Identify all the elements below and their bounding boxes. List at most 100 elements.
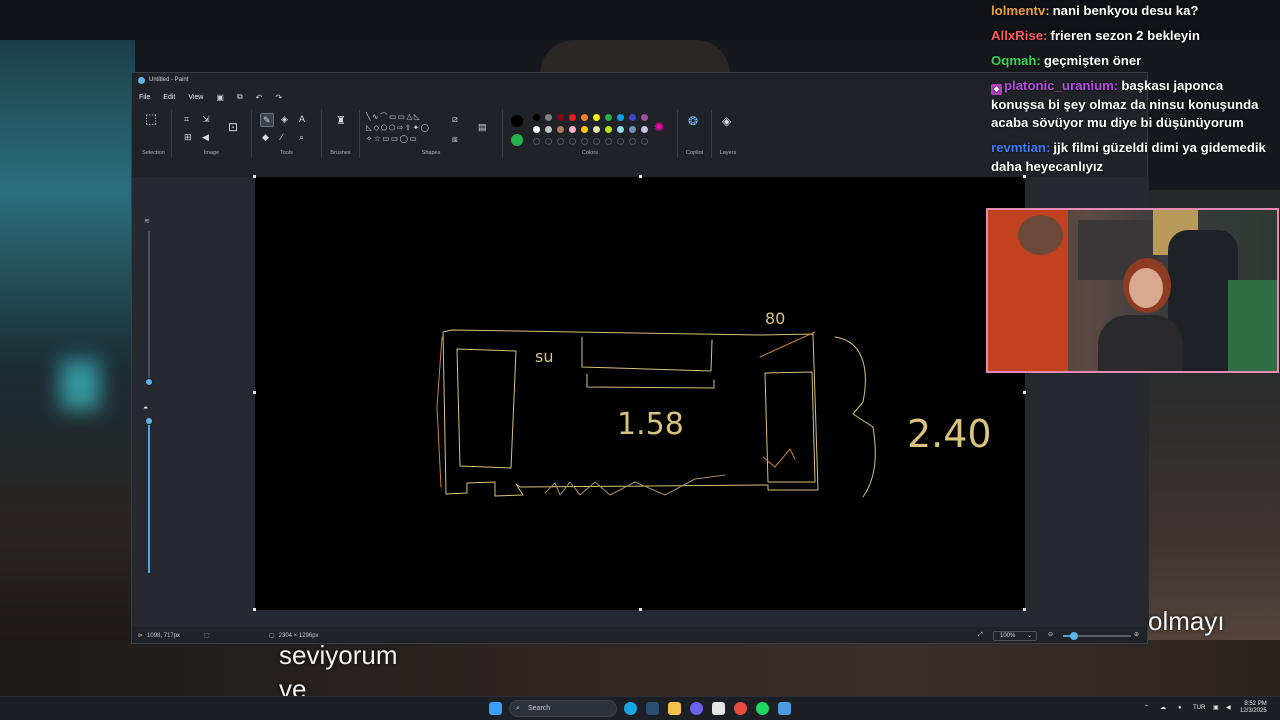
custom-color-slot[interactable] <box>581 138 588 145</box>
rotate-icon[interactable]: ◀ <box>202 132 209 142</box>
palette-color[interactable] <box>581 126 588 133</box>
brush-icon[interactable]: ♜ <box>336 116 346 127</box>
drawing-canvas[interactable]: su 1.58 2.40 80 <box>255 177 1025 610</box>
palette-color[interactable] <box>617 126 624 133</box>
edit-colors-icon[interactable]: ✺ <box>654 121 664 133</box>
crop-icon[interactable]: ⌗ <box>184 114 189 124</box>
palette-color[interactable] <box>593 126 600 133</box>
windows-start-icon[interactable] <box>489 702 502 715</box>
custom-color-slot[interactable] <box>557 138 564 145</box>
clock[interactable]: 8:52 PM 12/3/2025 <box>1240 701 1267 715</box>
microphone-icon[interactable]: ● <box>1178 705 1182 712</box>
custom-color-slot[interactable] <box>641 138 648 145</box>
color-picker-icon[interactable]: ⁄ <box>281 132 283 142</box>
redo-icon[interactable]: ↷ <box>275 93 282 102</box>
palette-color[interactable] <box>629 114 636 121</box>
palette-color[interactable] <box>557 126 564 133</box>
resize-handle[interactable] <box>253 175 256 178</box>
network-icon[interactable]: ▣ <box>1213 705 1219 712</box>
obs-icon[interactable] <box>712 702 725 715</box>
palette-color[interactable] <box>557 114 564 121</box>
layers-icon[interactable]: ◈ <box>722 115 731 127</box>
canvas-size-icon: ▢ <box>269 633 275 639</box>
language-indicator[interactable]: TUR <box>1193 705 1205 712</box>
remove-background-icon[interactable]: ⊡ <box>228 121 238 133</box>
palette-color[interactable] <box>605 114 612 121</box>
copilot-icon[interactable]: ❂ <box>688 115 698 127</box>
palette-color[interactable] <box>617 114 624 121</box>
secondary-color[interactable] <box>511 134 523 146</box>
opacity-slider-track[interactable] <box>148 417 150 573</box>
zoom-select[interactable]: 100% ⌄ <box>993 631 1037 641</box>
custom-color-slot[interactable] <box>605 138 612 145</box>
resize-handle[interactable] <box>253 608 256 611</box>
spotify-icon[interactable] <box>756 702 769 715</box>
chrome-icon[interactable] <box>734 702 747 715</box>
resize-icon[interactable]: ⇲ <box>202 114 210 124</box>
palette-color[interactable] <box>569 114 576 121</box>
zoom-slider-knob[interactable] <box>1070 632 1078 640</box>
palette-color[interactable] <box>545 126 552 133</box>
opacity-slider-knob[interactable] <box>145 417 153 425</box>
menu-edit[interactable]: Edit <box>163 94 175 101</box>
volume-icon[interactable]: ◀ <box>1226 705 1231 712</box>
palette-color[interactable] <box>641 114 648 121</box>
palette-color[interactable] <box>545 114 552 121</box>
text-icon[interactable]: A <box>299 114 305 124</box>
edge-icon[interactable] <box>624 702 637 715</box>
resize-handle[interactable] <box>639 175 642 178</box>
zoom-out-icon[interactable]: ⊖ <box>1048 631 1053 638</box>
taskbar-search[interactable]: ⌕ Search <box>509 700 617 717</box>
stream-background-left <box>0 40 135 640</box>
zoom-in-icon[interactable]: ⊕ <box>1134 631 1139 638</box>
resize-handle[interactable] <box>253 391 256 394</box>
shapes-gallery[interactable]: ╲∿⌒▭▭△◺ ◺◇⬠⬡⇨⇧✦◯ ✧☆▭▭◯▭ <box>366 111 448 144</box>
palette-color[interactable] <box>533 126 540 133</box>
custom-color-slot[interactable] <box>593 138 600 145</box>
palette-color[interactable] <box>605 126 612 133</box>
resize-handle[interactable] <box>1023 608 1026 611</box>
fit-to-window-icon[interactable]: ⤢ <box>978 632 983 639</box>
palette-color[interactable] <box>593 114 600 121</box>
save-icon[interactable]: ▣ <box>216 93 224 102</box>
fill-icon[interactable]: ◈ <box>281 114 288 124</box>
share-icon[interactable]: ⧉ <box>237 92 243 102</box>
paint-taskbar-icon[interactable] <box>778 702 791 715</box>
image-edit-icon[interactable]: ⊞ <box>184 132 192 142</box>
counter-bottom <box>586 373 715 389</box>
palette-color[interactable] <box>533 114 540 121</box>
resize-handle[interactable] <box>639 608 642 611</box>
eraser-icon[interactable]: ◆ <box>262 132 269 142</box>
shape-fill-icon[interactable]: ⧈ <box>452 134 458 144</box>
file-explorer-icon[interactable] <box>668 702 681 715</box>
custom-color-slot[interactable] <box>569 138 576 145</box>
palette-color[interactable] <box>641 126 648 133</box>
shapes-group: ╲∿⌒▭▭△◺ ◺◇⬠⬡⇨⇧✦◯ ✧☆▭▭◯▭ ⧄ ⧈ ▤ Shapes <box>360 110 503 158</box>
size-slider-track[interactable] <box>148 231 150 381</box>
custom-color-slot[interactable] <box>533 138 540 145</box>
custom-color-slot[interactable] <box>545 138 552 145</box>
pencil-icon[interactable]: ✎ <box>260 113 274 127</box>
custom-color-slot[interactable] <box>629 138 636 145</box>
steam-icon[interactable] <box>646 702 659 715</box>
select-rectangle-icon[interactable]: ⬚ <box>145 112 157 125</box>
chevron-up-icon[interactable]: ⌃ <box>1144 705 1149 712</box>
primary-color[interactable] <box>511 115 523 127</box>
palette-color[interactable] <box>629 126 636 133</box>
shape-size-icon[interactable]: ▤ <box>478 122 487 132</box>
resize-handle[interactable] <box>1023 391 1026 394</box>
menu-file[interactable]: File <box>139 94 150 101</box>
shape-outline-icon[interactable]: ⧄ <box>452 114 458 124</box>
discord-icon[interactable] <box>690 702 703 715</box>
canvas-size: ▢ 2304 × 1296px <box>269 632 319 640</box>
palette-color[interactable] <box>581 114 588 121</box>
brush-size-icon: ≋ <box>144 218 150 225</box>
size-slider-knob[interactable] <box>145 378 153 386</box>
custom-color-slot[interactable] <box>617 138 624 145</box>
undo-icon[interactable]: ↶ <box>256 93 263 102</box>
palette-color[interactable] <box>569 126 576 133</box>
menu-view[interactable]: View <box>188 94 203 101</box>
magnifier-icon[interactable]: ⌕ <box>299 132 304 142</box>
cloud-icon[interactable]: ☁ <box>1160 705 1166 712</box>
selection-group-label: Selection <box>142 150 165 156</box>
